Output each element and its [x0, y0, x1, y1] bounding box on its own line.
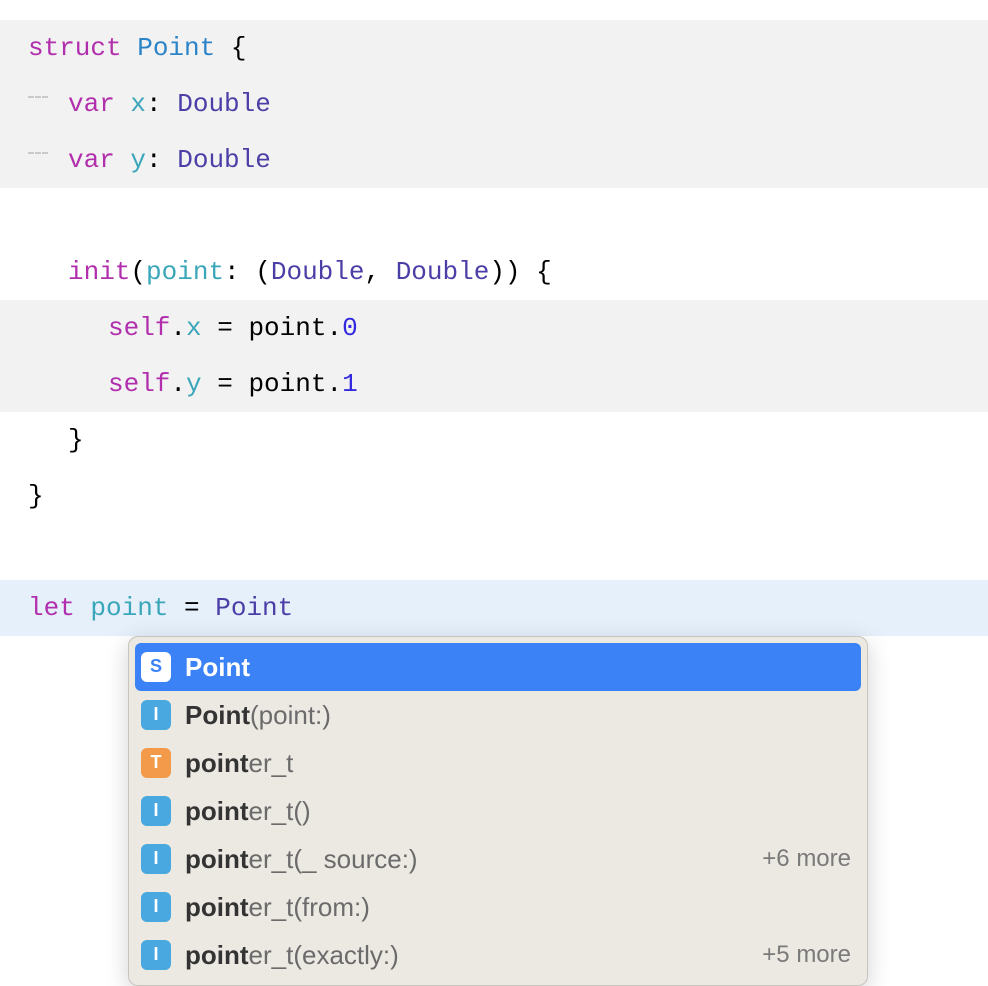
match-bold: point: [185, 892, 249, 922]
paren-open: (: [130, 254, 146, 290]
match-rest: er_t(_ source:): [249, 844, 418, 874]
type-icon: T: [141, 748, 171, 778]
match-rest: (point:): [250, 700, 331, 730]
dot: .: [170, 310, 186, 346]
equals: =: [202, 366, 249, 402]
property-x: x: [115, 86, 146, 122]
code-editor[interactable]: struct Point { var x : Double var y : Do…: [0, 0, 988, 636]
code-line-current: let point = Point: [0, 580, 988, 636]
completion-label: pointer_t(): [185, 793, 851, 829]
brace-close: }: [28, 478, 44, 514]
type-double: Double: [177, 142, 271, 178]
rhs-point: point: [248, 366, 326, 402]
completion-item[interactable]: I pointer_t(exactly:) +5 more: [135, 931, 861, 979]
completion-label: pointer_t(_ source:): [185, 841, 748, 877]
param-point: point: [146, 254, 224, 290]
match-bold: point: [185, 748, 249, 778]
match-bold: point: [185, 844, 249, 874]
type-double: Double: [396, 254, 490, 290]
type-double: Double: [177, 86, 271, 122]
type-name: Point: [122, 30, 216, 66]
colon: : (: [224, 254, 271, 290]
keyword-var: var: [68, 142, 115, 178]
completion-label: pointer_t: [185, 745, 851, 781]
keyword-struct: struct: [28, 30, 122, 66]
code-line: struct Point {: [0, 20, 988, 76]
code-line-blank: [0, 524, 988, 580]
dot: .: [326, 310, 342, 346]
code-line: init ( point : ( Double , Double )) {: [0, 244, 988, 300]
dot: .: [170, 366, 186, 402]
var-point: point: [75, 590, 169, 626]
completion-item[interactable]: T pointer_t: [135, 739, 861, 787]
tuple-index: 1: [342, 366, 358, 402]
keyword-self: self: [108, 366, 170, 402]
code-line-blank: [0, 188, 988, 244]
initializer-icon: I: [141, 700, 171, 730]
more-overloads: +5 more: [762, 938, 851, 972]
completion-label: pointer_t(from:): [185, 889, 851, 925]
match-rest: er_t: [249, 748, 294, 778]
initializer-icon: I: [141, 796, 171, 826]
match-bold: point: [185, 940, 249, 970]
match-bold: Point: [185, 652, 250, 682]
type-point: Point: [215, 590, 293, 626]
completion-label: Point: [185, 649, 851, 685]
keyword-let: let: [28, 590, 75, 626]
brace-open: {: [521, 254, 552, 290]
comma: ,: [364, 254, 395, 290]
completion-item[interactable]: I Point(point:): [135, 691, 861, 739]
match-bold: point: [185, 796, 249, 826]
code-line: }: [0, 412, 988, 468]
match-rest: er_t(from:): [249, 892, 370, 922]
keyword-init: init: [68, 254, 130, 290]
dot: .: [326, 366, 342, 402]
property-x: x: [186, 310, 202, 346]
code-line: self . x = point . 0: [0, 300, 988, 356]
initializer-icon: I: [141, 940, 171, 970]
keyword-self: self: [108, 310, 170, 346]
more-overloads: +6 more: [762, 842, 851, 876]
completion-popup[interactable]: S Point I Point(point:) T pointer_t I po…: [128, 636, 868, 986]
equals: =: [202, 310, 249, 346]
property-y: y: [115, 142, 146, 178]
match-rest: er_t(exactly:): [249, 940, 399, 970]
completion-item[interactable]: I pointer_t(_ source:) +6 more: [135, 835, 861, 883]
code-line: var y : Double: [0, 132, 988, 188]
code-line: var x : Double: [0, 76, 988, 132]
type-double: Double: [271, 254, 365, 290]
brace-close: }: [68, 422, 84, 458]
initializer-icon: I: [141, 892, 171, 922]
completion-label: pointer_t(exactly:): [185, 937, 748, 973]
completion-item[interactable]: S Point: [135, 643, 861, 691]
code-line: }: [0, 468, 988, 524]
colon: :: [146, 86, 177, 122]
colon: :: [146, 142, 177, 178]
completion-item[interactable]: I pointer_t(): [135, 787, 861, 835]
equals: =: [168, 590, 215, 626]
completion-label: Point(point:): [185, 697, 851, 733]
completion-item[interactable]: I pointer_t(from:): [135, 883, 861, 931]
match-rest: er_t(): [249, 796, 311, 826]
property-y: y: [186, 366, 202, 402]
keyword-var: var: [68, 86, 115, 122]
match-bold: Point: [185, 700, 250, 730]
struct-icon: S: [141, 652, 171, 682]
paren-close: )): [489, 254, 520, 290]
code-line: self . y = point . 1: [0, 356, 988, 412]
tuple-index: 0: [342, 310, 358, 346]
rhs-point: point: [248, 310, 326, 346]
initializer-icon: I: [141, 844, 171, 874]
brace-open: {: [215, 30, 246, 66]
